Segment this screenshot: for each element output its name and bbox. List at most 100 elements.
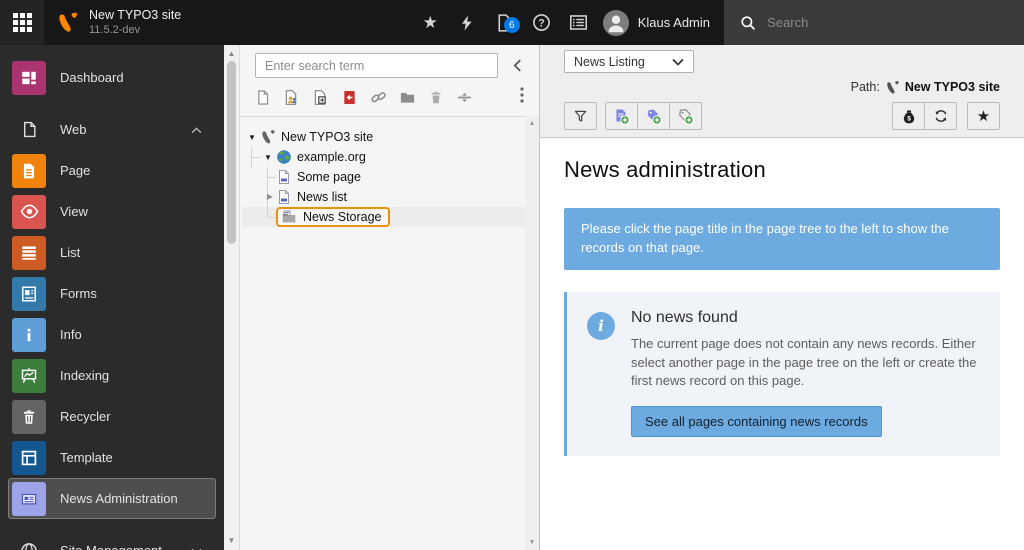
page-outline-icon (12, 121, 46, 138)
scroll-up-arrow[interactable]: ▲ (525, 120, 539, 127)
sidebar-section-label: Site Management (60, 543, 162, 550)
folder-icon[interactable] (399, 89, 416, 106)
chevron-up-icon (191, 121, 202, 139)
scroll-up-arrow[interactable]: ▲ (224, 47, 239, 61)
add-tag-button[interactable] (637, 102, 670, 130)
new-mountpoint-drag-icon[interactable] (312, 89, 329, 106)
tree-indent (244, 207, 260, 227)
module-menu-scrollbar[interactable]: ▲ ▼ (224, 45, 240, 550)
funnel-icon (573, 109, 588, 124)
add-news-record-button[interactable] (605, 102, 638, 130)
tree-node-label: News list (297, 190, 347, 204)
tree-node-example-org[interactable]: ▼ example.org (242, 147, 537, 167)
selected-node-chip[interactable]: News Storage (276, 207, 390, 227)
system-information-button[interactable]: 6 (486, 0, 523, 45)
user-menu[interactable]: Klaus Admin (597, 0, 724, 45)
new-page-drag-icon[interactable] (255, 89, 271, 106)
dashboard-icon (12, 61, 46, 95)
sidebar-item-page[interactable]: Page (8, 150, 216, 191)
layout-icon (12, 441, 46, 475)
sidebar-item-news-administration[interactable]: News Administration (8, 478, 216, 519)
module-menu: Dashboard Web Page View (0, 45, 224, 550)
tree-node-label: example.org (297, 150, 366, 164)
filter-button[interactable] (564, 102, 597, 130)
module-body: News administration Please click the pag… (540, 138, 1024, 475)
new-page-users-drag-icon[interactable] (283, 89, 300, 106)
path-value: New TYPO3 site (905, 80, 1000, 94)
backend-log-button[interactable] (560, 0, 597, 45)
expander-expanded-icon[interactable]: ▼ (244, 133, 260, 142)
tree-scrollbar[interactable]: ▲ ▼ (525, 116, 539, 550)
cache-money-bag-button[interactable]: $ (892, 102, 925, 130)
topbar-spacer (193, 0, 412, 45)
sidebar-item-template[interactable]: Template (8, 437, 216, 478)
info-icon (12, 318, 46, 352)
tree-node-news-storage[interactable]: News Storage (242, 207, 537, 227)
expander-collapsed-icon[interactable]: ▶ (264, 192, 276, 201)
page-tree-panel: ▼ New TYPO3 site ▼ example.org (240, 45, 540, 550)
sidebar-item-dashboard[interactable]: Dashboard (8, 57, 216, 98)
add-category-button[interactable] (669, 102, 702, 130)
sidebar-item-label: Recycler (60, 409, 111, 424)
view-mode-select[interactable]: News Listing (564, 50, 694, 73)
global-search (724, 0, 1024, 45)
list-icon (12, 236, 46, 270)
star-icon: ★ (423, 14, 438, 31)
clear-cache-button[interactable] (449, 0, 486, 45)
page-icon (12, 154, 46, 188)
log-list-icon (569, 13, 588, 32)
sidebar-item-label: Forms (60, 286, 97, 301)
topbar: New TYPO3 site 11.5.2-dev ★ 6 ? (0, 0, 1024, 45)
callout-body: No news found The current page does not … (631, 309, 980, 438)
tree-node-label: New TYPO3 site (281, 130, 373, 144)
sidebar-item-view[interactable]: View (8, 191, 216, 232)
typo3-site-icon (260, 129, 276, 145)
tree-search-input[interactable] (255, 53, 498, 78)
sidebar-item-label: Info (60, 327, 82, 342)
collapse-tree-button[interactable] (507, 54, 527, 78)
site-title: New TYPO3 site (89, 7, 181, 23)
search-input[interactable] (767, 15, 1008, 30)
sidebar-section-web[interactable]: Web (8, 109, 216, 150)
new-shortcut-drag-icon[interactable] (341, 89, 358, 106)
help-button[interactable]: ? (523, 0, 560, 45)
newspaper-icon (12, 482, 46, 516)
bookmark-button[interactable]: ★ (967, 102, 1000, 130)
see-all-pages-button[interactable]: See all pages containing news records (631, 406, 882, 437)
sidebar-section-site-management[interactable]: Site Management (8, 530, 216, 550)
sidebar-item-indexing[interactable]: Indexing (8, 355, 216, 396)
trash-icon[interactable] (428, 89, 444, 106)
svg-text:$: $ (907, 115, 911, 122)
sidebar-item-label: News Administration (60, 491, 178, 506)
sidebar-item-label: View (60, 204, 88, 219)
tree-node-news-list[interactable]: ▶ News list (242, 187, 537, 207)
expander-expanded-icon[interactable]: ▼ (260, 153, 276, 162)
scrollbar-thumb[interactable] (227, 61, 236, 244)
module-content: News Listing Path: New TYPO3 site (540, 45, 1024, 550)
sidebar-item-forms[interactable]: Forms (8, 273, 216, 314)
sidebar-item-label: List (60, 245, 80, 260)
main-layout: Dashboard Web Page View (0, 45, 1024, 550)
divider-spacer-icon[interactable] (456, 89, 473, 106)
sidebar-item-recycler[interactable]: Recycler (8, 396, 216, 437)
sidebar-item-list[interactable]: List (8, 232, 216, 273)
help-icon: ? (532, 13, 551, 32)
link-icon[interactable] (370, 89, 387, 106)
chevron-down-icon (191, 542, 202, 550)
bookmarks-button[interactable]: ★ (412, 0, 449, 45)
grid-icon (13, 13, 32, 32)
scroll-down-arrow[interactable]: ▼ (224, 534, 239, 548)
module-menu-toggle-button[interactable] (0, 0, 44, 45)
tree-more-options-button[interactable] (520, 87, 524, 108)
refresh-button[interactable] (924, 102, 957, 130)
tree-node-some-page[interactable]: Some page (242, 167, 537, 187)
globe-outline-icon (12, 542, 46, 550)
page-doc-icon (276, 169, 292, 185)
brand[interactable]: New TYPO3 site 11.5.2-dev (44, 0, 193, 45)
scroll-down-arrow[interactable]: ▼ (525, 539, 539, 546)
info-message-text: Please click the page title in the page … (581, 221, 949, 255)
money-bag-icon: $ (901, 108, 917, 125)
sidebar-item-info[interactable]: Info (8, 314, 216, 355)
sidebar-section-label: Web (60, 122, 87, 137)
tree-node-root[interactable]: ▼ New TYPO3 site (242, 127, 537, 147)
